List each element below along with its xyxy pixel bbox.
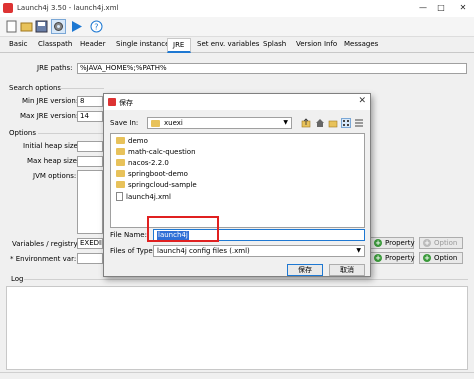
new-file-icon[interactable] bbox=[5, 20, 18, 33]
run-icon[interactable] bbox=[70, 20, 83, 33]
svg-text:?: ? bbox=[94, 22, 98, 31]
home-icon[interactable] bbox=[315, 118, 325, 128]
toolbar: ? bbox=[0, 17, 474, 37]
cancel-button[interactable]: 取消 bbox=[329, 264, 365, 276]
file-name-label: File Name: bbox=[110, 231, 147, 239]
plus-icon: + bbox=[374, 239, 382, 247]
file-list[interactable]: demo math-calc-question nacos-2.2.0 spri… bbox=[110, 133, 365, 228]
initial-heap-field[interactable] bbox=[77, 141, 103, 152]
tab-splash[interactable]: Splash bbox=[263, 40, 286, 48]
chevron-down-icon: ▼ bbox=[356, 247, 361, 254]
list-item[interactable]: springcloud-sample bbox=[116, 181, 197, 191]
folder-icon bbox=[116, 170, 125, 177]
options-heading: Options bbox=[9, 129, 37, 137]
tab-version-info[interactable]: Version Info bbox=[296, 40, 337, 48]
up-folder-icon[interactable] bbox=[301, 118, 311, 128]
list-item[interactable]: launch4j.xml bbox=[116, 192, 171, 202]
list-item[interactable]: math-calc-question bbox=[116, 148, 196, 158]
log-heading: Log bbox=[11, 275, 24, 283]
env-var-label: * Environment var: bbox=[10, 255, 77, 263]
save-button[interactable]: 保存 bbox=[287, 264, 323, 276]
divider bbox=[60, 88, 104, 89]
min-jre-field[interactable]: 8 bbox=[77, 96, 103, 107]
divider bbox=[38, 133, 104, 134]
app-icon bbox=[3, 3, 13, 13]
plus-icon: + bbox=[374, 254, 382, 262]
list-item[interactable]: nacos-2.2.0 bbox=[116, 159, 169, 169]
files-of-type-combo[interactable]: launch4j config files (.xml) ▼ bbox=[153, 245, 365, 257]
highlight-annotation bbox=[147, 216, 219, 242]
folder-icon bbox=[116, 137, 125, 144]
tab-classpath[interactable]: Classpath bbox=[38, 40, 72, 48]
plus-icon: + bbox=[423, 254, 431, 262]
jvm-options-label: JVM options: bbox=[33, 172, 77, 180]
search-options-heading: Search options bbox=[9, 84, 62, 92]
tab-basic[interactable]: Basic bbox=[9, 40, 28, 48]
add-property-label: Property bbox=[385, 239, 415, 247]
tab-header[interactable]: Header bbox=[80, 40, 106, 48]
list-item[interactable]: springboot-demo bbox=[116, 170, 188, 180]
save-icon[interactable] bbox=[35, 20, 48, 33]
add-property-label-2: Property bbox=[385, 254, 415, 262]
max-heap-field[interactable] bbox=[77, 156, 103, 167]
save-in-value: xuexi bbox=[164, 119, 183, 127]
title-bar: Launch4j 3.50 - launch4j.xml — □ ✕ bbox=[0, 0, 474, 17]
tab-set-env-variables[interactable]: Set env. variables bbox=[197, 40, 259, 48]
window-title: Launch4j 3.50 - launch4j.xml bbox=[17, 4, 119, 12]
app-icon bbox=[108, 98, 116, 106]
open-folder-icon[interactable] bbox=[20, 20, 33, 33]
save-in-combo[interactable]: xuexi ▼ bbox=[147, 117, 292, 129]
close-icon[interactable]: ✕ bbox=[456, 2, 470, 14]
list-item[interactable]: demo bbox=[116, 137, 148, 147]
dialog-title-bar: 保存 ✕ bbox=[104, 94, 370, 110]
tab-jre-label: JRE bbox=[173, 41, 185, 49]
status-bar bbox=[0, 372, 474, 379]
list-view-icon[interactable] bbox=[341, 118, 351, 128]
close-icon[interactable]: ✕ bbox=[358, 96, 366, 106]
dialog-title: 保存 bbox=[119, 99, 133, 107]
details-view-icon[interactable] bbox=[354, 118, 364, 128]
chevron-down-icon: ▼ bbox=[283, 119, 288, 126]
min-jre-label: Min JRE version: bbox=[22, 97, 79, 105]
folder-icon bbox=[116, 159, 125, 166]
jre-paths-label: JRE paths: bbox=[37, 64, 73, 72]
add-property-button-2[interactable]: + Property bbox=[370, 252, 415, 264]
jvm-options-area[interactable] bbox=[77, 170, 103, 234]
vars-registry-combo[interactable]: EXEDIR bbox=[77, 238, 103, 249]
file-icon bbox=[116, 192, 123, 201]
files-of-type-value: launch4j config files (.xml) bbox=[157, 247, 250, 255]
plus-icon: + bbox=[423, 239, 431, 247]
files-of-type-label: Files of Type: bbox=[110, 247, 155, 255]
minimize-icon[interactable]: — bbox=[416, 2, 430, 14]
add-option-button-disabled: + Option bbox=[419, 237, 463, 249]
new-folder-icon[interactable] bbox=[328, 118, 338, 128]
max-jre-field[interactable]: 14 bbox=[77, 111, 103, 122]
add-option-label-disabled: Option bbox=[434, 239, 458, 247]
add-option-button[interactable]: + Option bbox=[419, 252, 463, 264]
save-dialog: 保存 ✕ Save In: xuexi ▼ demo math-calc-que… bbox=[103, 93, 371, 277]
env-var-field[interactable] bbox=[77, 253, 103, 264]
maximize-icon[interactable]: □ bbox=[434, 2, 448, 14]
add-option-label: Option bbox=[434, 254, 458, 262]
tab-bar: Basic Classpath Header Single instance S… bbox=[0, 37, 474, 53]
folder-icon bbox=[116, 181, 125, 188]
jre-paths-field[interactable]: %JAVA_HOME%;%PATH% bbox=[77, 63, 467, 74]
divider bbox=[24, 279, 468, 280]
max-heap-label: Max heap size: bbox=[27, 157, 80, 165]
save-in-label: Save In: bbox=[110, 119, 139, 127]
tab-single-instance[interactable]: Single instance bbox=[116, 40, 169, 48]
max-jre-label: Max JRE version: bbox=[20, 112, 79, 120]
tab-jre[interactable]: JRE bbox=[167, 38, 191, 53]
vars-registry-label: Variables / registry: bbox=[12, 240, 80, 248]
help-icon[interactable]: ? bbox=[90, 20, 103, 33]
tab-messages[interactable]: Messages bbox=[344, 40, 378, 48]
log-area[interactable] bbox=[6, 286, 468, 370]
add-property-button[interactable]: + Property bbox=[370, 237, 415, 249]
initial-heap-label: Initial heap size: bbox=[23, 142, 81, 150]
gear-icon[interactable] bbox=[51, 19, 66, 34]
folder-icon bbox=[151, 120, 160, 127]
folder-icon bbox=[116, 148, 125, 155]
